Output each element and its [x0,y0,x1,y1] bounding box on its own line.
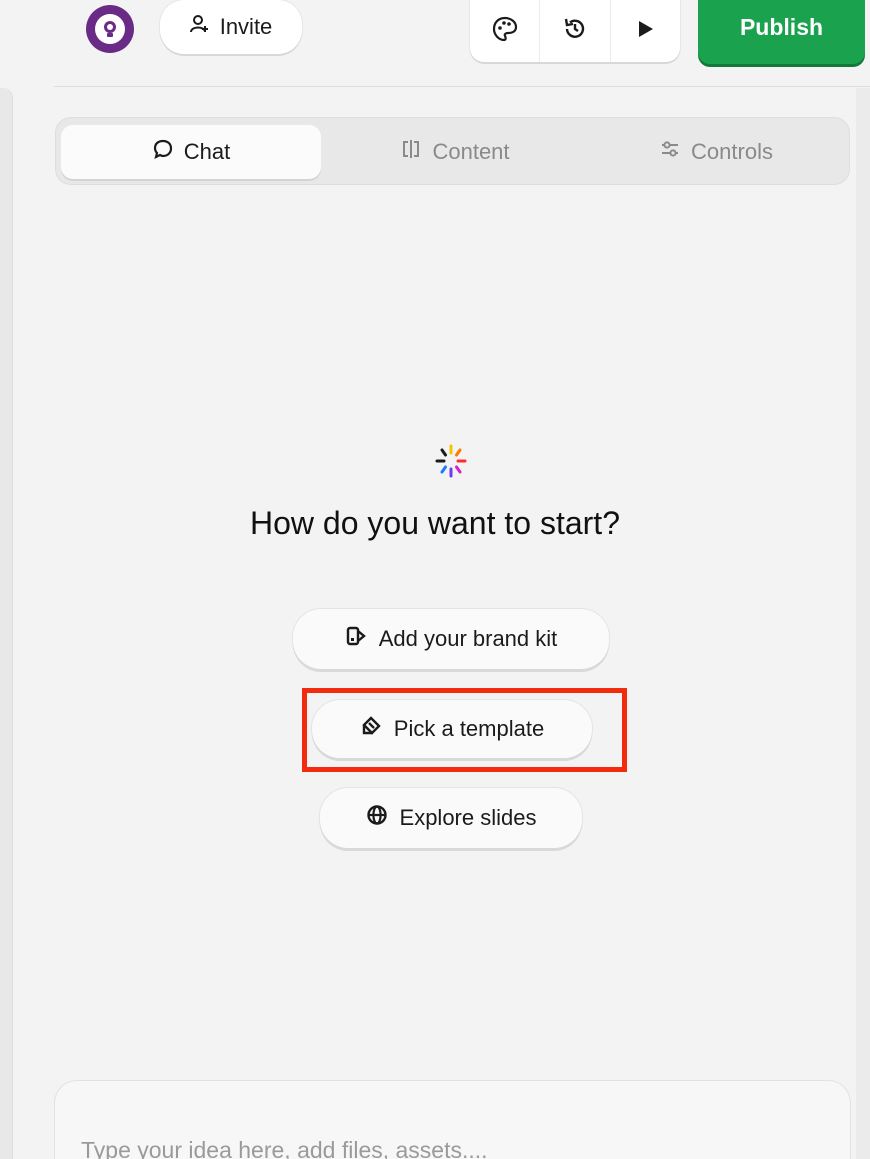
highlight-annotation [302,688,627,772]
tab-content[interactable]: Content [325,125,585,179]
loading-spinner-icon [435,444,467,478]
tab-content-label: Content [432,139,510,164]
left-panel-edge [0,88,13,1159]
prompt-composer [55,1081,850,1159]
right-panel-edge [856,88,870,1159]
tab-controls-label: Controls [691,139,773,164]
add-brand-kit-label: Add your brand kit [378,626,558,651]
panel-tabs: Chat Content Controls [55,117,850,185]
toolbar-group [470,0,680,62]
history-icon [562,16,588,47]
start-heading: How do you want to start? [250,505,620,541]
prompt-input[interactable] [79,1136,823,1159]
history-button[interactable] [540,0,611,62]
present-button[interactable] [611,0,680,62]
chat-bubble-icon [152,138,174,166]
tab-controls[interactable]: Controls [589,125,843,179]
header-divider [54,86,870,87]
explore-slides-button[interactable]: Explore slides [320,788,582,848]
sliders-icon [659,138,681,166]
explore-slides-label: Explore slides [399,805,537,830]
palette-icon [492,16,518,47]
tab-chat[interactable]: Chat [61,125,321,179]
add-user-icon [189,14,210,40]
play-icon [634,18,656,45]
invite-label: Invite [219,14,273,39]
app-page: Invite Publish Chat Content Controls How… [0,0,870,1159]
brand-kit-icon [345,625,367,653]
invite-button[interactable]: Invite [160,0,302,54]
lightbulb-icon [95,14,125,44]
theme-button[interactable] [470,0,541,62]
content-icon [400,138,422,166]
publish-button[interactable]: Publish [698,0,865,64]
add-brand-kit-button[interactable]: Add your brand kit [293,609,609,669]
globe-icon [366,804,388,832]
avatar[interactable] [86,5,134,53]
tab-chat-label: Chat [183,139,231,164]
